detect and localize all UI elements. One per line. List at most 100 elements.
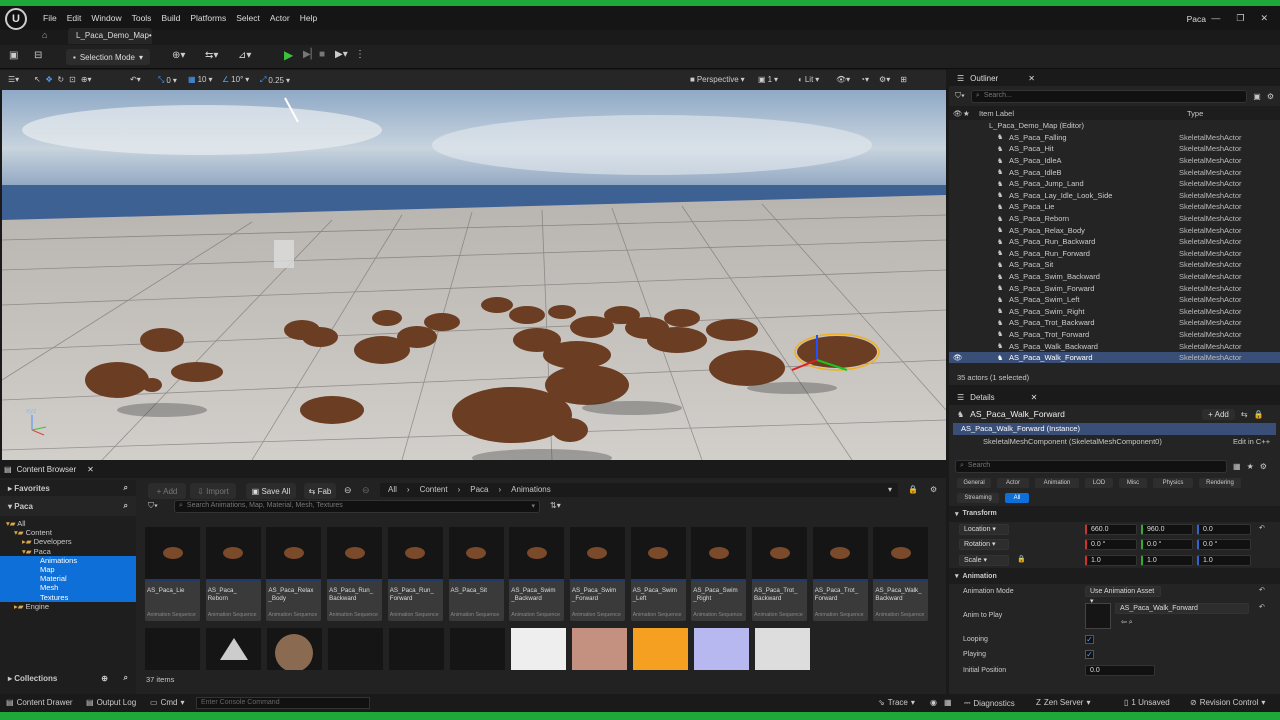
- unsaved-button[interactable]: ▯ 1 Unsaved: [1124, 698, 1170, 707]
- forward-icon[interactable]: ⊖: [362, 485, 370, 496]
- crumb-paca[interactable]: Paca: [470, 485, 488, 495]
- asset-tile-thumbnail[interactable]: [389, 628, 444, 670]
- search-project-icon[interactable]: ⌕: [124, 501, 128, 511]
- filter-rendering[interactable]: Rendering: [1199, 478, 1241, 488]
- visibility-icon[interactable]: 👁: [949, 353, 963, 362]
- rotation-dropdown[interactable]: Rotation ▾: [959, 539, 1009, 551]
- search-collections-icon[interactable]: ⌕: [124, 673, 128, 683]
- use-selected-icon[interactable]: ⇦ ⌕: [1121, 618, 1133, 627]
- asset-tile-thumbnail[interactable]: [328, 628, 383, 670]
- play-icon[interactable]: ▶: [284, 48, 293, 62]
- filter-streaming[interactable]: Streaming: [957, 493, 999, 503]
- location-dropdown[interactable]: Location ▾: [959, 523, 1009, 535]
- asset-tile[interactable]: AS_Paca_Walk_ Backward Animation Sequence: [873, 527, 929, 621]
- content-drawer-button[interactable]: ▤ Content Drawer: [6, 698, 73, 707]
- outliner-root-row[interactable]: L_Paca_Demo_Map (Editor): [949, 120, 1280, 132]
- details-settings-icon[interactable]: ⚙: [1260, 462, 1267, 471]
- select-tool-icon[interactable]: ↖: [34, 75, 41, 84]
- component-row[interactable]: SkeletalMeshComponent (SkeletalMeshCompo…: [949, 435, 1280, 448]
- menu-platforms[interactable]: Platforms: [185, 13, 231, 23]
- close-details-icon[interactable]: ✕: [1031, 393, 1038, 402]
- outliner-row[interactable]: ♞ AS_Paca_Jump_Land SkeletalMeshActor: [949, 178, 1280, 190]
- col-type[interactable]: Type: [1187, 109, 1203, 118]
- asset-tile[interactable]: AS_Paca_Swim _Right Animation Sequence: [691, 527, 747, 621]
- filter-general[interactable]: General: [957, 478, 991, 488]
- minimize-icon[interactable]: —: [1211, 13, 1220, 24]
- add-folder-icon[interactable]: ▣: [1253, 92, 1261, 101]
- import-button[interactable]: ⇩ Import: [190, 483, 236, 499]
- home-icon[interactable]: ⌂: [42, 30, 47, 40]
- settings-icon[interactable]: ⚙▾: [879, 75, 890, 84]
- outliner-row[interactable]: ♞ AS_Paca_Swim_Right SkeletalMeshActor: [949, 306, 1280, 318]
- reset-anim-mode-icon[interactable]: ↶: [1259, 586, 1265, 594]
- trace-button[interactable]: ⇘ Trace ▾: [878, 698, 915, 707]
- outliner-row[interactable]: ♞ AS_Paca_Swim_Forward SkeletalMeshActor: [949, 282, 1280, 294]
- rotate-tool-icon[interactable]: ↻: [57, 75, 64, 84]
- fab-button[interactable]: ⇆ Fab: [304, 483, 336, 499]
- content-browser-tab[interactable]: ▤ Content Browser ✕: [4, 465, 94, 474]
- unreal-logo-icon[interactable]: U: [5, 8, 27, 30]
- favorite-icon[interactable]: ★: [1247, 462, 1254, 471]
- tree-map[interactable]: Map: [0, 564, 136, 575]
- scale-dropdown[interactable]: Scale ▾: [959, 554, 1009, 566]
- outliner-row[interactable]: ♞ AS_Paca_Sit SkeletalMeshActor: [949, 259, 1280, 271]
- perspective-dropdown[interactable]: ■ Perspective ▾: [690, 75, 745, 84]
- transform-section-header[interactable]: ▾ Transform: [949, 506, 1280, 522]
- texture-thumbnail[interactable]: [572, 628, 627, 670]
- save-icon[interactable]: ▣: [9, 50, 18, 61]
- tree-animations[interactable]: Animations: [0, 555, 136, 565]
- content-filter-icon[interactable]: ⛉▾: [148, 501, 158, 511]
- content-search-input[interactable]: ⌕ Search Animations, Map, Material, Mesh,…: [174, 500, 540, 513]
- asset-tile[interactable]: AS_Paca_Swim _Backward Animation Sequence: [509, 527, 565, 621]
- stop-icon[interactable]: ■: [319, 49, 325, 60]
- search-favorites-icon[interactable]: ⌕: [124, 483, 128, 493]
- filter-icon[interactable]: ⛉▾: [955, 91, 965, 101]
- rotation-y[interactable]: 0.0 °: [1141, 539, 1193, 551]
- world-space-icon[interactable]: ⊕▾: [81, 75, 92, 84]
- texture-thumbnail[interactable]: [633, 628, 688, 670]
- selection-mode-dropdown[interactable]: ▪ Selection Mode ▾: [66, 49, 150, 65]
- animation-section-header[interactable]: ▾ Animation: [949, 568, 1280, 584]
- anim-thumbnail[interactable]: [1085, 602, 1111, 629]
- asset-tile-thumbnail[interactable]: [206, 628, 261, 670]
- sort-icon[interactable]: ⇅▾: [550, 501, 561, 510]
- asset-tile[interactable]: AS_Paca_Trot_ Forward Animation Sequence: [812, 527, 868, 621]
- layout-bookmark-icon[interactable]: ▦: [944, 698, 952, 707]
- add-actor-icon[interactable]: ⊕▾: [172, 50, 185, 61]
- history-dropdown-icon[interactable]: ▾: [888, 485, 892, 494]
- tree-content[interactable]: ▾▰ Content: [0, 528, 136, 537]
- performance-icon[interactable]: ◔▾: [860, 75, 869, 84]
- outliner-row[interactable]: ♞ AS_Paca_Lie SkeletalMeshActor: [949, 201, 1280, 213]
- tree-material[interactable]: Material: [0, 574, 136, 584]
- scale-lock-icon[interactable]: 🔒: [1017, 555, 1026, 563]
- outliner-search-input[interactable]: ⌕ Search...: [970, 89, 1248, 103]
- crumb-content[interactable]: Content: [420, 485, 448, 495]
- tree-textures[interactable]: Textures: [0, 592, 136, 602]
- favorites-section[interactable]: ▸ Favorites ⌕: [0, 480, 136, 496]
- blueprint-icon[interactable]: ⇆: [1241, 410, 1248, 419]
- location-y[interactable]: 960.0: [1141, 523, 1193, 535]
- tree-all[interactable]: ▾▰ All: [0, 519, 136, 528]
- collections-section[interactable]: ▸ Collections ⊕ ⌕: [0, 670, 136, 686]
- tree-developers[interactable]: ▸▰ Developers: [0, 537, 136, 546]
- outliner-row[interactable]: ♞ AS_Paca_Lay_Idle_Look_Side SkeletalMeshA…: [949, 190, 1280, 202]
- crumb-animations[interactable]: Animations: [511, 485, 551, 495]
- asset-tile[interactable]: AS_Paca_ Reborn Animation Sequence: [205, 527, 261, 621]
- viewport-menu-button[interactable]: ☰▾: [8, 75, 19, 84]
- menu-build[interactable]: Build: [156, 13, 185, 23]
- asset-tile[interactable]: AS_Paca_Trot_ Backward Animation Sequence: [752, 527, 807, 621]
- edit-cpp-link[interactable]: Edit in C++: [1233, 437, 1270, 448]
- outliner-row[interactable]: ♞ AS_Paca_Swim_Backward SkeletalMeshActor: [949, 271, 1280, 283]
- rotation-snap-button[interactable]: ∠ 10° ▾: [222, 75, 249, 84]
- lock-icon[interactable]: 🔒: [1254, 410, 1264, 419]
- location-z[interactable]: 0.0: [1197, 523, 1251, 535]
- close-content-browser-icon[interactable]: ✕: [87, 465, 94, 474]
- asset-tile[interactable]: AS_Paca_Swim _Forward Animation Sequence: [569, 527, 625, 621]
- texture-thumbnail[interactable]: [694, 628, 749, 670]
- asset-tile-thumbnail[interactable]: [450, 628, 505, 670]
- anim-mode-dropdown[interactable]: Use Animation Asset ▾: [1085, 585, 1161, 605]
- location-x[interactable]: 660.0: [1085, 523, 1137, 535]
- texture-thumbnail[interactable]: [755, 628, 810, 670]
- filter-all[interactable]: All: [1005, 493, 1029, 503]
- close-icon[interactable]: ✕: [1260, 13, 1268, 24]
